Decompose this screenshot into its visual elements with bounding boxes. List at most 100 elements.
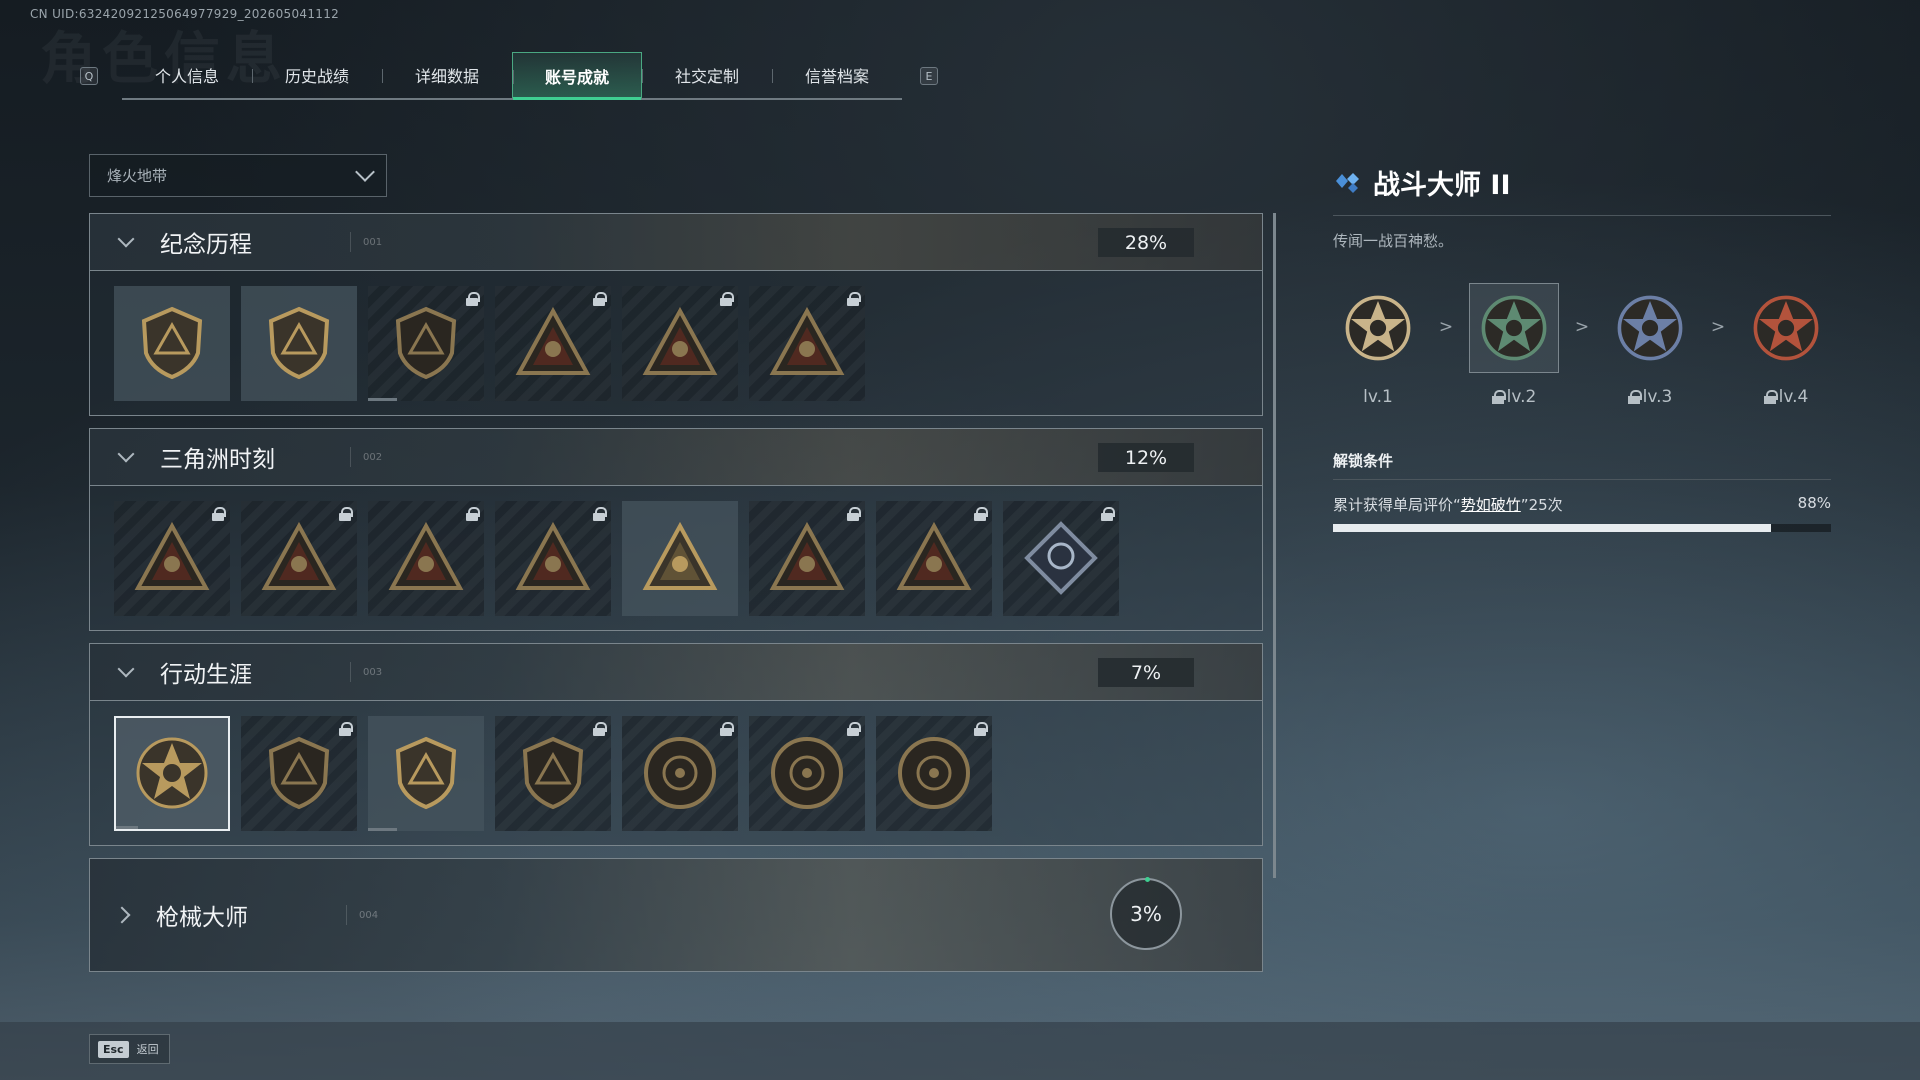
star-skull-level-icon xyxy=(1753,295,1819,361)
level-arrow: > xyxy=(1574,317,1590,337)
achievement-badge[interactable] xyxy=(241,500,357,616)
lock-icon xyxy=(974,506,988,521)
section-title: 纪念历程 xyxy=(160,232,252,258)
lock-icon xyxy=(1763,390,1778,404)
badge-progress-bar xyxy=(368,397,397,401)
level-text: lv.2 xyxy=(1506,387,1537,407)
section-header[interactable]: 枪械大师 004 3% xyxy=(90,859,1262,971)
lock-icon xyxy=(212,506,226,521)
chevron-shield-emblem-icon xyxy=(268,736,330,810)
helicopter-emblem-icon xyxy=(268,306,330,380)
achievement-badge[interactable] xyxy=(876,500,992,616)
achievement-sections: 纪念历程 001 28% 三角洲时刻 002 12% 行动生涯 003 7% 枪… xyxy=(89,213,1263,984)
level-4[interactable]: lv.4 xyxy=(1741,283,1831,407)
section-header[interactable]: 纪念历程 001 28% xyxy=(90,214,1262,271)
achievement-badge[interactable] xyxy=(622,285,738,401)
achievement-badge[interactable] xyxy=(368,285,484,401)
achievement-badge[interactable] xyxy=(495,500,611,616)
achievement-badge[interactable] xyxy=(876,715,992,831)
achievement-section: 三角洲时刻 002 12% xyxy=(89,428,1263,631)
level-emblem xyxy=(1469,283,1559,373)
beast-emblem-icon xyxy=(769,521,845,590)
condition-highlight[interactable]: 势如破竹 xyxy=(1461,496,1521,514)
chevron-down-icon xyxy=(117,445,135,463)
achievement-badge[interactable] xyxy=(749,500,865,616)
achievement-badge[interactable] xyxy=(749,715,865,831)
badge-progress-bar xyxy=(116,825,139,829)
squad-emblem-icon xyxy=(642,521,718,590)
hexagon-emblem-icon xyxy=(515,521,591,590)
lock-icon xyxy=(1627,390,1642,404)
tab-4[interactable]: 账号成就 xyxy=(512,52,642,100)
achievement-badge[interactable] xyxy=(114,715,230,831)
next-tab-key[interactable]: E xyxy=(920,67,938,85)
star-skull-emblem-icon xyxy=(136,737,208,809)
divider xyxy=(1333,479,1831,480)
eye-emblem-icon xyxy=(898,737,970,809)
lock-icon xyxy=(1491,390,1506,404)
star-skull-level-icon xyxy=(1481,295,1547,361)
skull-crossed-emblem-icon xyxy=(769,306,845,375)
unlock-progress-percent: 88% xyxy=(1797,494,1831,512)
section-index: 001 xyxy=(350,232,382,252)
prev-tab-key[interactable]: Q xyxy=(80,67,98,85)
achievement-badge[interactable] xyxy=(622,715,738,831)
achievement-badge[interactable] xyxy=(368,715,484,831)
section-completion-percent: 3% xyxy=(1110,877,1182,950)
chevron-down-icon xyxy=(117,230,135,248)
lock-icon xyxy=(466,506,480,521)
section-scrollbar[interactable] xyxy=(1273,213,1276,878)
section-title: 行动生涯 xyxy=(160,662,252,688)
back-button[interactable]: Esc 返回 xyxy=(89,1034,170,1064)
tab-1[interactable]: 个人信息 xyxy=(122,52,252,98)
achievement-badge[interactable] xyxy=(114,500,230,616)
achievement-badge[interactable] xyxy=(368,500,484,616)
level-3[interactable]: lv.3 xyxy=(1605,283,1695,407)
triangle-a-emblem-icon xyxy=(141,306,203,380)
kneeling-soldier-emblem-icon xyxy=(388,521,464,590)
lock-icon xyxy=(339,506,353,521)
rose-diamond-emblem-icon xyxy=(1024,521,1098,595)
target-shield-emblem-icon xyxy=(395,736,457,810)
achievement-description: 传闻一战百神愁。 xyxy=(1333,232,1454,250)
section-completion-percent: 7% xyxy=(1098,658,1194,687)
section-index: 003 xyxy=(350,662,382,682)
achievement-title: 战斗大师 II xyxy=(1373,169,1511,201)
lock-icon xyxy=(847,291,861,306)
tab-2[interactable]: 历史战绩 xyxy=(252,52,382,98)
level-arrow: > xyxy=(1710,317,1726,337)
tab-5[interactable]: 社交定制 xyxy=(642,52,772,98)
unlock-condition-row: 累计获得单局评价“势如破竹”25次 88% xyxy=(1333,494,1831,515)
achievement-badge[interactable] xyxy=(241,715,357,831)
achievement-badge[interactable] xyxy=(1003,500,1119,616)
section-completion-percent: 28% xyxy=(1098,228,1194,257)
achievement-badge[interactable] xyxy=(495,285,611,401)
level-label: lv.2 xyxy=(1491,387,1537,407)
unlock-condition-text: 累计获得单局评价“势如破竹”25次 xyxy=(1333,496,1563,514)
section-header[interactable]: 行动生涯 003 7% xyxy=(90,644,1262,701)
tab-3[interactable]: 详细数据 xyxy=(382,52,512,98)
d20-emblem-icon xyxy=(522,736,584,810)
lock-icon xyxy=(720,291,734,306)
mode-filter-value: 烽火地带 xyxy=(107,167,168,185)
section-index: 002 xyxy=(350,447,382,467)
level-label: lv.4 xyxy=(1763,387,1808,407)
lock-icon xyxy=(593,291,607,306)
chevron-right-icon xyxy=(113,906,131,924)
mode-filter-dropdown[interactable]: 烽火地带 xyxy=(89,154,387,197)
star-skull-level-icon xyxy=(1345,295,1411,361)
tab-6[interactable]: 信誉档案 xyxy=(772,52,902,98)
achievement-badge[interactable] xyxy=(495,715,611,831)
diamond-emblem-icon xyxy=(395,306,457,380)
achievement-badge[interactable] xyxy=(749,285,865,401)
achievement-badge[interactable] xyxy=(241,285,357,401)
achievement-badge[interactable] xyxy=(114,285,230,401)
level-1[interactable]: lv.1 xyxy=(1333,283,1423,407)
level-text: lv.1 xyxy=(1363,387,1393,407)
level-label: lv.1 xyxy=(1363,387,1393,407)
section-badge-grid xyxy=(90,701,1262,845)
achievement-section: 纪念历程 001 28% xyxy=(89,213,1263,416)
section-header[interactable]: 三角洲时刻 002 12% xyxy=(90,429,1262,486)
level-2[interactable]: lv.2 xyxy=(1469,283,1559,407)
achievement-badge[interactable] xyxy=(622,500,738,616)
